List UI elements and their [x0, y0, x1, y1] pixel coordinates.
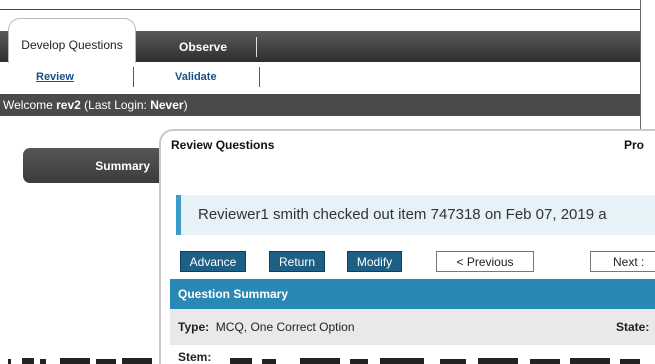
tab-observe[interactable]: Observe	[150, 31, 256, 62]
type-label: Type:	[178, 320, 210, 334]
panel-title: Review Questions	[171, 138, 275, 152]
review-questions-panel: Review Questions Pro Reviewer1 smith che…	[159, 129, 655, 364]
sub-navigation: Review Validate	[0, 63, 640, 91]
welcome-prefix: Welcome	[3, 98, 57, 112]
advance-button[interactable]: Advance	[180, 251, 246, 272]
return-button[interactable]: Return	[269, 251, 325, 272]
subnav-review-link[interactable]: Review	[36, 71, 74, 83]
checkout-notice: Reviewer1 smith checked out item 747318 …	[176, 195, 655, 235]
subnav-validate-link[interactable]: Validate	[175, 71, 217, 83]
tab-divider	[256, 37, 257, 57]
next-button[interactable]: Next :	[590, 251, 655, 272]
subnav-divider	[133, 67, 134, 87]
summary-button[interactable]: Summary	[23, 148, 168, 183]
last-login-value: Never	[150, 98, 184, 112]
last-login-prefix: (Last Login:	[80, 98, 151, 112]
panel-right-label: Pro	[624, 138, 645, 152]
type-value: MCQ, One Correct Option	[215, 320, 355, 334]
welcome-user: rev2	[56, 98, 81, 112]
welcome-bar: Welcome rev2 (Last Login: Never)	[0, 94, 640, 116]
cutoff-text-fragment	[8, 358, 640, 364]
type-row: Type: MCQ, One Correct Option	[170, 309, 655, 345]
top-border	[0, 0, 640, 10]
question-summary-header: Question Summary	[170, 279, 655, 309]
state-label: State:	[616, 320, 650, 334]
tab-develop-questions[interactable]: Develop Questions	[8, 18, 136, 63]
subnav-divider	[259, 67, 260, 87]
tab-develop-questions-label: Develop Questions	[21, 38, 123, 52]
previous-button[interactable]: < Previous	[436, 251, 534, 272]
welcome-suffix: )	[183, 98, 188, 112]
modify-button[interactable]: Modify	[347, 251, 402, 272]
